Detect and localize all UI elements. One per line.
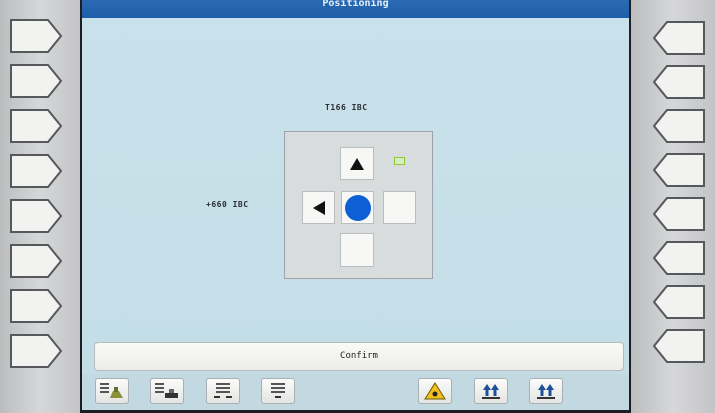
softkey-shape-icon: [10, 109, 63, 143]
softkey-shape-icon: [10, 154, 63, 188]
move-down-button[interactable]: [340, 233, 374, 267]
stack-table-icon: [155, 383, 178, 398]
raise-icon: [482, 384, 500, 399]
grid-range-icon: [214, 383, 232, 398]
softkey-shape-icon: [652, 285, 705, 319]
move-up-button[interactable]: [340, 147, 374, 180]
positioning-panel: [284, 131, 433, 279]
move-left-button[interactable]: [302, 191, 335, 224]
softkey-shape-icon: [10, 19, 63, 53]
arrow-left-icon: [312, 200, 325, 215]
softkey-shape-icon: [652, 241, 705, 275]
softkey-shape-icon: [10, 334, 63, 368]
left-softkey-8[interactable]: [8, 331, 64, 371]
softkey-shape-icon: [652, 329, 705, 363]
display-area: Positioning T166 IBC +660 IBC Confirm: [82, 0, 629, 410]
left-softkey-6[interactable]: [8, 241, 64, 281]
left-softkey-5[interactable]: [8, 196, 64, 236]
center-position-button[interactable]: [341, 191, 374, 224]
left-bezel: [0, 0, 80, 413]
stack-machine-icon: [100, 383, 123, 398]
x-position-label: +660 IBC: [206, 200, 249, 209]
softkey-shape-icon: [10, 244, 63, 278]
softkey-shape-icon: [652, 21, 705, 55]
right-softkey-1[interactable]: [651, 18, 707, 58]
warning-button[interactable]: [418, 378, 452, 404]
grid-single-button[interactable]: [261, 378, 295, 404]
softkey-shape-icon: [10, 289, 63, 323]
right-softkey-8[interactable]: [651, 326, 707, 366]
confirm-button[interactable]: Confirm: [94, 342, 624, 371]
softkey-shape-icon: [652, 197, 705, 231]
center-dot-icon: [344, 194, 371, 221]
lower-button[interactable]: [529, 378, 563, 404]
softkey-shape-icon: [652, 65, 705, 99]
right-softkey-2[interactable]: [651, 62, 707, 102]
move-right-button[interactable]: [383, 191, 416, 224]
right-softkey-3[interactable]: [651, 106, 707, 146]
lower-icon: [537, 384, 555, 399]
grid-single-icon: [271, 383, 285, 398]
status-indicator-icon: [394, 157, 405, 165]
right-softkey-6[interactable]: [651, 238, 707, 278]
left-softkey-2[interactable]: [8, 61, 64, 101]
softkey-shape-icon: [652, 109, 705, 143]
screen-title: Positioning: [82, 0, 629, 18]
softkey-shape-icon: [10, 199, 63, 233]
warning-icon: [424, 382, 446, 400]
y-position-label: T166 IBC: [325, 103, 368, 112]
softkey-shape-icon: [652, 153, 705, 187]
raise-button[interactable]: [474, 378, 508, 404]
arrow-up-icon: [350, 157, 364, 170]
screen-frame: Positioning T166 IBC +660 IBC Confirm: [80, 0, 631, 413]
right-softkey-4[interactable]: [651, 150, 707, 190]
bottom-toolbar: [82, 374, 629, 410]
right-softkey-7[interactable]: [651, 282, 707, 322]
left-softkey-4[interactable]: [8, 151, 64, 191]
left-softkey-3[interactable]: [8, 106, 64, 146]
grid-range-button[interactable]: [206, 378, 240, 404]
right-softkey-5[interactable]: [651, 194, 707, 234]
left-softkey-7[interactable]: [8, 286, 64, 326]
stack-machine-button[interactable]: [95, 378, 129, 404]
stack-table-button[interactable]: [150, 378, 184, 404]
right-bezel: [631, 0, 715, 413]
softkey-shape-icon: [10, 64, 63, 98]
left-softkey-1[interactable]: [8, 16, 64, 56]
